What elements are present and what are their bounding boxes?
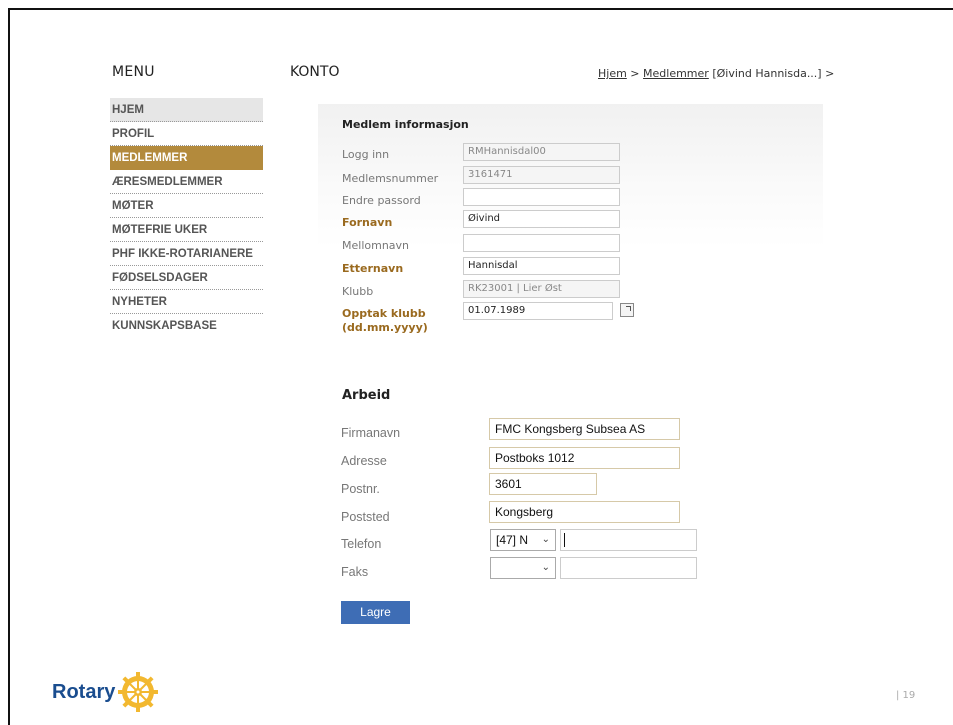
lastname-field[interactable]: Hannisdal xyxy=(463,257,620,275)
firstname-field[interactable]: Øivind xyxy=(463,210,620,228)
page-title: KONTO xyxy=(290,64,340,80)
middlename-label: Mellomnavn xyxy=(342,239,410,252)
calendar-icon[interactable] xyxy=(620,303,634,317)
member-info-title: Medlem informasjon xyxy=(342,118,469,131)
phone-country-select[interactable]: [47] N ⌄ xyxy=(490,529,556,551)
postno-field[interactable]: 3601 xyxy=(489,473,597,495)
password-label: Endre passord xyxy=(342,194,421,207)
text-cursor xyxy=(564,533,565,547)
sidebar-item-fodselsdager[interactable]: FØDSELSDAGER xyxy=(110,266,263,290)
lastname-label: Etternavn xyxy=(342,262,404,275)
rotary-logo: Rotary xyxy=(52,672,159,712)
fax-country-select[interactable]: ⌄ xyxy=(490,557,556,579)
login-label: Logg inn xyxy=(342,148,390,161)
fax-label: Faks xyxy=(341,565,369,579)
sidebar-item-motefrie-uker[interactable]: MØTEFRIE UKER xyxy=(110,218,263,242)
phone-label: Telefon xyxy=(341,537,382,551)
chevron-down-icon: ⌄ xyxy=(541,562,550,573)
sidebar-item-hjem[interactable]: HJEM xyxy=(110,98,263,122)
login-field[interactable]: RMHannisdal00 xyxy=(463,143,620,161)
save-button[interactable]: Lagre xyxy=(341,601,410,624)
sidebar-item-aeresmedlemmer[interactable]: ÆRESMEDLEMMER xyxy=(110,170,263,194)
logo-text: Rotary xyxy=(52,680,116,703)
sidebar-item-medlemmer[interactable]: MEDLEMMER xyxy=(110,146,263,170)
sidebar-menu: HJEM PROFIL MEDLEMMER ÆRESMEDLEMMER MØTE… xyxy=(110,98,263,338)
club-field[interactable]: RK23001 | Lier Øst xyxy=(463,280,620,298)
join-date-label: Opptak klubb xyxy=(342,307,426,320)
city-label: Poststed xyxy=(341,510,390,524)
breadcrumb-home-link[interactable]: Hjem xyxy=(598,67,627,80)
join-date-format-label: (dd.mm.yyyy) xyxy=(342,321,428,334)
city-field[interactable]: Kongsberg xyxy=(489,501,680,523)
sidebar-item-profil[interactable]: PROFIL xyxy=(110,122,263,146)
address-field[interactable]: Postboks 1012 xyxy=(489,447,680,469)
menu-title: MENU xyxy=(112,64,155,80)
sidebar-item-moter[interactable]: MØTER xyxy=(110,194,263,218)
join-date-field[interactable]: 01.07.1989 xyxy=(463,302,613,320)
postno-label: Postnr. xyxy=(341,482,380,496)
company-field[interactable]: FMC Kongsberg Subsea AS xyxy=(489,418,680,440)
member-number-label: Medlemsnummer xyxy=(342,172,439,185)
phone-field[interactable] xyxy=(560,529,697,551)
phone-country-value: [47] N xyxy=(496,533,529,547)
breadcrumb-separator: > xyxy=(626,67,644,80)
club-label: Klubb xyxy=(342,285,374,298)
rotary-wheel-icon xyxy=(118,672,159,712)
breadcrumb: Hjem > Medlemmer [Øivind Hannisda...] > … xyxy=(598,67,838,80)
sidebar-item-kunnskapsbase[interactable]: KUNNSKAPSBASE xyxy=(110,314,263,338)
sidebar-item-phf-ikke-rotarianere[interactable]: PHF IKKE-ROTARIANERE xyxy=(110,242,263,266)
middlename-field[interactable] xyxy=(463,234,620,252)
address-label: Adresse xyxy=(341,454,387,468)
work-section-title: Arbeid xyxy=(342,388,391,403)
chevron-down-icon: ⌄ xyxy=(541,534,550,545)
fax-field[interactable] xyxy=(560,557,697,579)
password-field[interactable] xyxy=(463,188,620,206)
sidebar-item-nyheter[interactable]: NYHETER xyxy=(110,290,263,314)
firstname-label: Fornavn xyxy=(342,216,393,229)
company-label: Firmanavn xyxy=(341,426,401,440)
breadcrumb-members-link[interactable]: Medlemmer xyxy=(643,67,709,80)
member-number-field[interactable]: 3161471 xyxy=(463,166,620,184)
page-number: | 19 xyxy=(896,690,916,701)
breadcrumb-current: [Øivind Hannisda...] > | xyxy=(708,67,838,80)
